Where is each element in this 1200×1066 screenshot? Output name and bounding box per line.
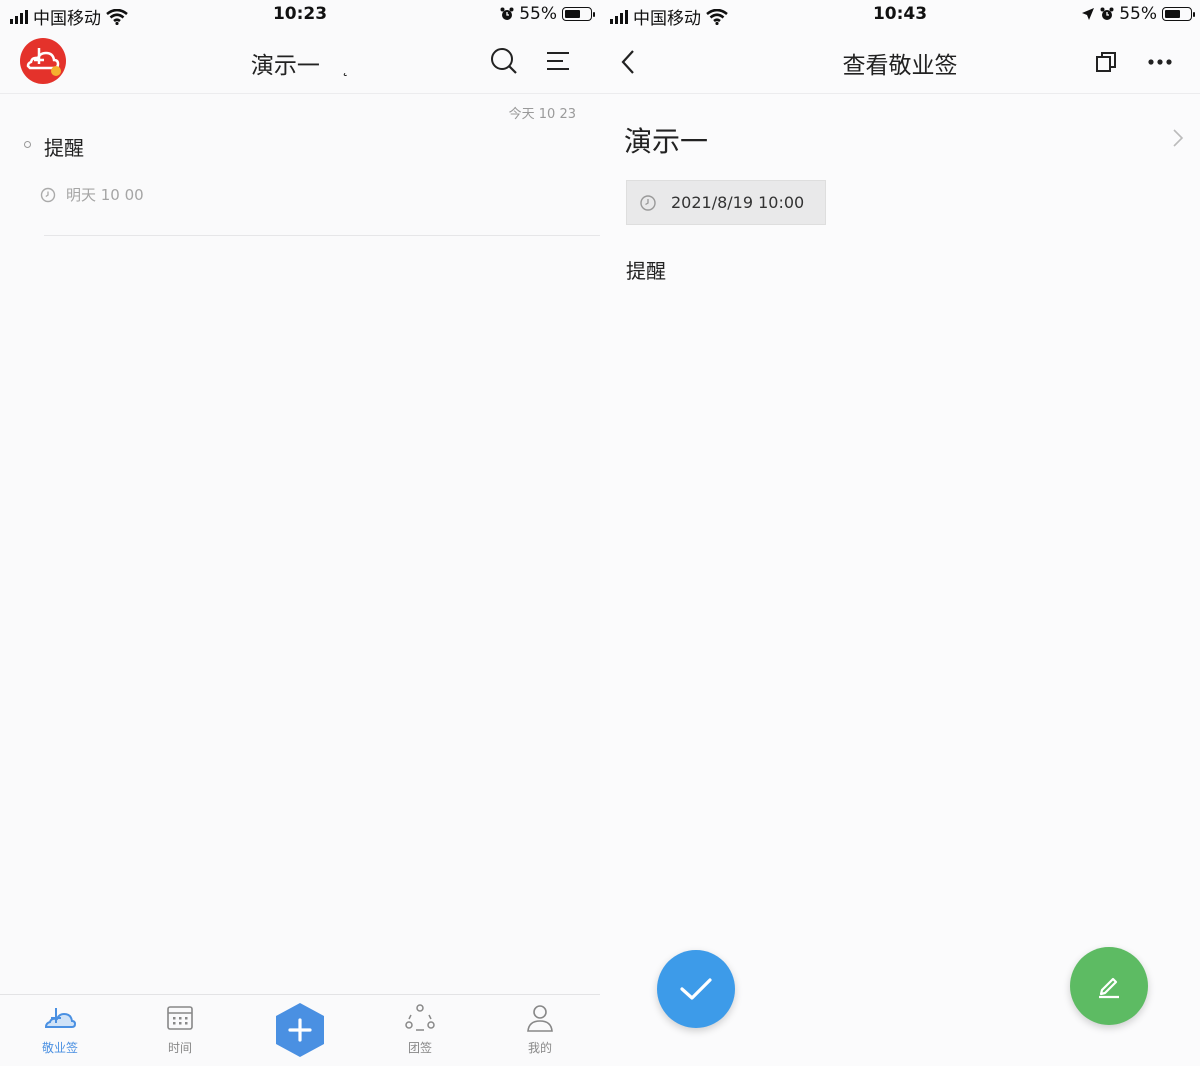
team-icon	[405, 1004, 435, 1031]
notebook-title[interactable]: 演示一	[251, 53, 320, 79]
top-bar: 演示一 ˛	[0, 32, 600, 94]
alarm-icon	[1100, 7, 1114, 20]
chevron-right-icon[interactable]	[1172, 128, 1184, 152]
reminder-time: 明天 10 00	[66, 186, 144, 204]
copy-button[interactable]	[1088, 44, 1124, 80]
top-bar: 查看敬业签	[600, 32, 1200, 94]
tab-time[interactable]: 时间	[140, 1003, 220, 1056]
list-item[interactable]: 提醒 明天 10 00	[0, 120, 600, 238]
status-bar: 中国移动 10:23 55%	[0, 0, 600, 32]
tab-me[interactable]: 我的	[500, 1003, 580, 1056]
more-button[interactable]	[1142, 44, 1178, 80]
note-detail-screen: 中国移动 10:43 55% 查看敬业签 演示一 2021/8/19 10:00…	[600, 0, 1200, 1066]
tab-team[interactable]: 团签	[380, 1003, 460, 1056]
person-icon	[527, 1005, 553, 1032]
menu-button[interactable]	[540, 43, 576, 79]
add-note-button[interactable]	[274, 1001, 326, 1059]
search-button[interactable]	[486, 43, 522, 79]
calendar-icon	[167, 1006, 193, 1030]
divider	[44, 235, 600, 236]
note-title: 演示一	[624, 125, 709, 158]
more-dots-icon	[1148, 59, 1172, 65]
reminder-date-chip[interactable]: 2021/8/19 10:00	[626, 180, 826, 225]
note-title: 提醒	[44, 136, 84, 160]
battery-percent: 55%	[1119, 4, 1157, 24]
check-icon	[680, 978, 712, 1000]
menu-icon	[547, 52, 569, 70]
copy-icon	[1096, 52, 1116, 72]
tab-notes[interactable]: 敬业签	[20, 1003, 100, 1056]
pencil-icon	[1099, 977, 1119, 999]
battery-percent: 55%	[519, 4, 557, 24]
tab-label: 我的	[527, 1041, 552, 1055]
search-icon	[491, 48, 517, 74]
battery-icon	[1162, 7, 1195, 21]
battery-icon	[562, 7, 595, 21]
tab-label: 敬业签	[41, 1041, 78, 1055]
add-hexagon-icon	[276, 1003, 324, 1057]
reminder-date: 2021/8/19 10:00	[671, 193, 805, 212]
tab-label: 团签	[407, 1041, 432, 1055]
location-arrow-icon	[1082, 8, 1095, 20]
note-list-screen: 中国移动 10:23 55% 演示一 ˛ 今天 10 23 提醒 明天 10 0…	[0, 0, 600, 1066]
alarm-icon	[500, 7, 514, 20]
notes-cloud-icon	[44, 1008, 77, 1028]
clock-icon	[640, 194, 656, 211]
bullet-icon	[24, 141, 31, 148]
note-body: 提醒	[626, 259, 666, 283]
edit-button[interactable]	[1070, 947, 1148, 1025]
clock-icon	[40, 187, 56, 202]
status-bar: 中国移动 10:43 55%	[600, 0, 1200, 32]
complete-button[interactable]	[657, 950, 735, 1028]
tab-label: 时间	[167, 1041, 192, 1055]
bottom-tab-bar: 敬业签 时间 团签 我的	[0, 994, 600, 1066]
notebook-dropdown-icon[interactable]: ˛	[341, 58, 349, 77]
